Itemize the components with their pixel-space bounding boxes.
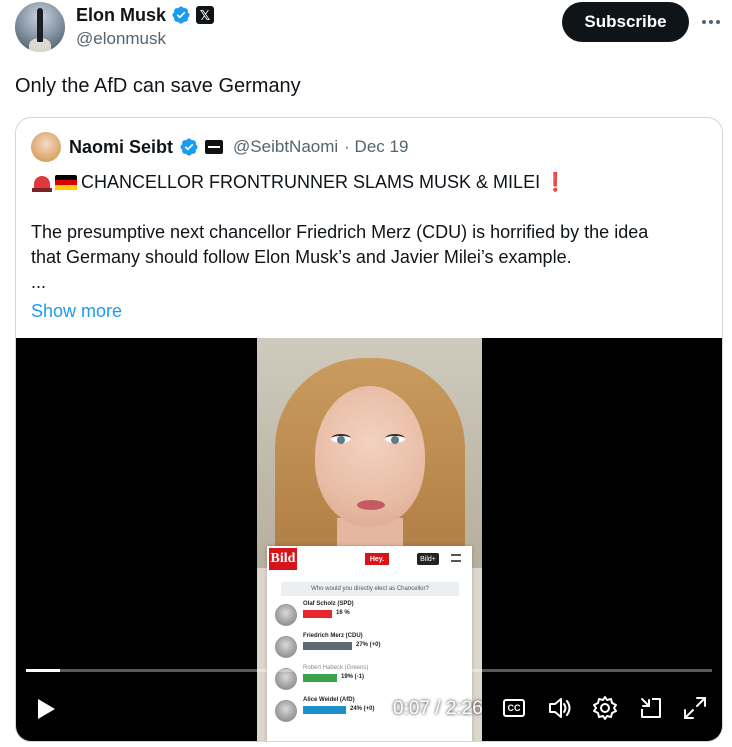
germany-flag-emoji (55, 174, 77, 191)
minimize-icon[interactable] (638, 695, 664, 721)
video-player[interactable]: Bild Hey. Bild+ Who would you directly e… (16, 338, 722, 741)
quoted-author-handle[interactable]: @SeibtNaomi (233, 137, 338, 157)
show-more-link[interactable]: Show more (31, 299, 122, 324)
quoted-headline: CHANCELLOR FRONTRUNNER SLAMS MUSK & MILE… (31, 170, 711, 195)
candidate-row: Friedrich Merz (CDU) 27% (+0) (275, 632, 465, 660)
candidate-name: Olaf Scholz (SPD) (303, 601, 354, 607)
more-icon[interactable] (700, 12, 722, 32)
video-timecode: 0:07 / 2:26 (393, 698, 483, 719)
candidate-bar (303, 642, 352, 650)
candidate-photo (275, 636, 297, 658)
post-text: Only the AfD can save Germany (15, 75, 301, 97)
volume-icon[interactable] (547, 695, 573, 721)
play-icon[interactable] (35, 697, 57, 721)
paragraph-line-2: that Germany should follow Elon Musk’s a… (31, 247, 572, 267)
candidate-pct: 24% (+0) (350, 706, 375, 712)
candidate-bar (303, 610, 332, 618)
bild-menu-icon (451, 554, 461, 562)
video-frame: Bild Hey. Bild+ Who would you directly e… (257, 338, 482, 741)
candidate-bar (303, 674, 337, 682)
quoted-paragraph: The presumptive next chancellor Friedric… (31, 220, 711, 295)
video-progress-bar[interactable] (26, 669, 712, 672)
exclamation-emoji: ❗ (544, 172, 567, 192)
avatar-rocket (37, 8, 43, 42)
video-progress-fill (26, 669, 61, 672)
candidate-name: Alice Weidel (AfD) (303, 697, 355, 703)
post-author: Elon Musk 𝕏 @elonmusk (76, 4, 215, 49)
x-affiliate-icon: 𝕏 (196, 6, 215, 24)
paragraph-line-1: The presumptive next chancellor Friedric… (31, 222, 649, 242)
verified-badge-icon (172, 6, 190, 24)
author-handle[interactable]: @elonmusk (76, 29, 214, 49)
quoted-post[interactable]: Naomi Seibt @SeibtNaomi · Dec 19 CHANCEL… (15, 117, 723, 742)
candidate-photo (275, 700, 297, 722)
person-eye-left (331, 434, 351, 444)
quoted-author-name[interactable]: Naomi Seibt (69, 137, 173, 158)
candidate-pct: 27% (+0) (356, 642, 381, 648)
candidate-row: Olaf Scholz (SPD) 16 % (275, 600, 465, 628)
verified-badge-icon (180, 138, 198, 156)
author-name[interactable]: Elon Musk (76, 5, 166, 26)
quoted-post-date[interactable]: · Dec 19 (344, 137, 408, 157)
bild-hey-badge: Hey. (365, 553, 389, 565)
person-lips (357, 500, 385, 510)
bild-plus-badge: Bild+ (417, 553, 439, 565)
candidate-photo (275, 604, 297, 626)
candidate-bar (303, 706, 346, 714)
quoted-post-body: CHANCELLOR FRONTRUNNER SLAMS MUSK & MILE… (31, 170, 711, 324)
ellipsis: ... (31, 272, 47, 292)
affiliate-badge-icon (205, 140, 224, 154)
candidate-pct: 16 % (336, 610, 350, 616)
quoted-post-header: Naomi Seibt @SeibtNaomi · Dec 19 (31, 132, 408, 162)
person-eye-right (385, 434, 405, 444)
captions-icon[interactable]: CC (503, 699, 525, 717)
siren-emoji (31, 173, 53, 193)
bild-logo: Bild (269, 548, 297, 570)
candidate-pct: 19% (-1) (341, 674, 365, 680)
settings-icon[interactable] (592, 695, 618, 721)
quoted-author-avatar[interactable] (31, 132, 61, 162)
author-avatar[interactable] (15, 2, 65, 52)
headline-text: CHANCELLOR FRONTRUNNER SLAMS MUSK & MILE… (81, 172, 541, 192)
subscribe-button[interactable]: Subscribe (562, 2, 689, 42)
fullscreen-icon[interactable] (682, 695, 708, 721)
bild-question: Who would you directly elect as Chancell… (281, 582, 459, 596)
candidate-name: Friedrich Merz (CDU) (303, 633, 363, 639)
